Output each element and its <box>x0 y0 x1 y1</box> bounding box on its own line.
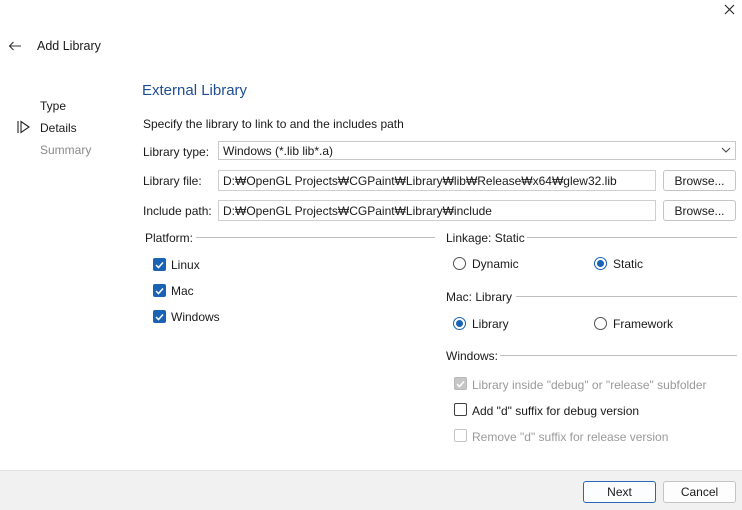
step-type: Type <box>40 99 67 113</box>
add-d-suffix-checkbox[interactable] <box>454 403 467 416</box>
library-radio-label: Library <box>472 317 509 331</box>
platform-group-label: Platform: <box>145 231 194 245</box>
remove-d-suffix-checkbox[interactable] <box>454 429 467 442</box>
step-details: Details <box>40 121 77 135</box>
current-step-marker-icon <box>17 120 33 137</box>
library-file-value: D:₩OpenGL Projects₩CGPaint₩Library₩lib₩R… <box>223 174 617 188</box>
framework-radio[interactable] <box>594 317 607 330</box>
windows-group-label: Windows: <box>446 349 499 363</box>
framework-label: Framework <box>613 317 674 331</box>
library-type-label: Library type: <box>143 145 210 159</box>
next-button[interactable]: Next <box>583 481 656 503</box>
back-arrow-icon <box>8 41 21 51</box>
library-type-select[interactable]: Windows (*.lib lib*.a) <box>218 141 736 160</box>
platform-divider <box>196 237 435 238</box>
static-label: Static <box>613 257 644 271</box>
checkmark-icon <box>456 380 465 388</box>
linux-checkbox[interactable] <box>153 258 166 271</box>
back-button[interactable] <box>6 38 24 54</box>
library-inside-subfolder-checkbox[interactable] <box>454 377 467 390</box>
library-type-value: Windows (*.lib lib*.a) <box>223 144 334 158</box>
library-file-label: Library file: <box>143 174 202 188</box>
remove-d-suffix-label: Remove "d" suffix for release version <box>472 430 669 444</box>
library-radio[interactable] <box>453 317 466 330</box>
mac-divider <box>516 296 737 297</box>
library-inside-subfolder-label: Library inside "debug" or "release" subf… <box>472 378 707 392</box>
checkmark-icon <box>155 287 164 295</box>
linkage-divider <box>527 237 737 238</box>
close-button[interactable] <box>716 0 742 18</box>
library-file-input[interactable]: D:₩OpenGL Projects₩CGPaint₩Library₩lib₩R… <box>218 170 656 191</box>
cancel-button[interactable]: Cancel <box>663 481 736 503</box>
mac-label: Mac <box>171 284 194 298</box>
add-d-suffix-label: Add "d" suffix for debug version <box>472 404 640 418</box>
description: Specify the library to link to and the i… <box>143 117 404 131</box>
mac-group-label: Mac: Library <box>446 290 513 304</box>
include-path-value: D:₩OpenGL Projects₩CGPaint₩Library₩inclu… <box>223 204 492 218</box>
checkmark-icon <box>155 261 164 269</box>
windows-divider <box>500 355 737 356</box>
linkage-group-label: Linkage: Static <box>446 231 525 245</box>
dynamic-label: Dynamic <box>472 257 519 271</box>
wizard-title: Add Library <box>37 39 101 53</box>
step-summary: Summary <box>40 143 92 157</box>
library-file-browse-button[interactable]: Browse... <box>663 170 736 191</box>
dynamic-radio[interactable] <box>453 257 466 270</box>
chevron-down-icon <box>721 147 731 153</box>
mac-checkbox[interactable] <box>153 284 166 297</box>
close-icon <box>724 4 734 14</box>
include-path-input[interactable]: D:₩OpenGL Projects₩CGPaint₩Library₩inclu… <box>218 200 656 221</box>
include-path-browse-button[interactable]: Browse... <box>663 200 736 221</box>
linux-label: Linux <box>171 258 200 272</box>
windows-label: Windows <box>171 310 220 324</box>
include-path-label: Include path: <box>143 204 212 218</box>
static-radio[interactable] <box>594 257 607 270</box>
windows-checkbox[interactable] <box>153 310 166 323</box>
section-title: External Library <box>142 82 248 99</box>
checkmark-icon <box>155 313 164 321</box>
